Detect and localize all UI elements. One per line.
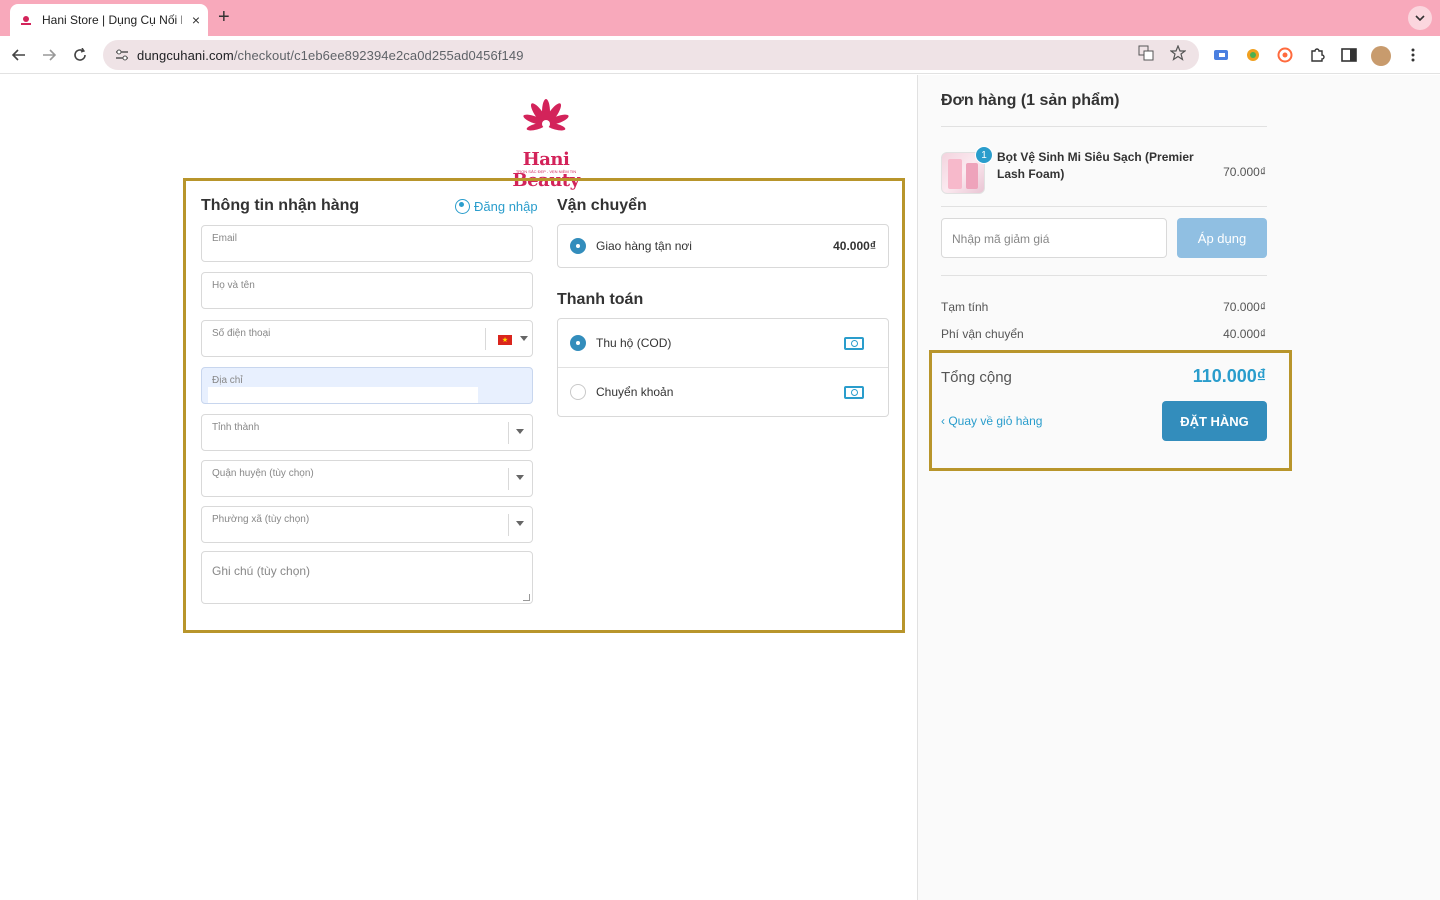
url-text: dungcuhani.com/checkout/c1eb6ee892394e2c… [137,48,524,63]
chevron-down-icon[interactable] [516,475,524,480]
province-select[interactable]: Tỉnh thành [201,414,533,451]
forward-arrow-icon[interactable] [37,43,61,67]
profile-avatar[interactable] [1370,44,1392,66]
vietnam-flag-icon[interactable]: ★ [498,335,512,345]
login-label: Đăng nhập [474,199,538,214]
checkout-main: Hani Beauty TRỌN SẮC ĐẸP - VẸN NIỀM TIN … [0,75,917,900]
extension-icon[interactable] [1274,44,1296,66]
browser-tab-bar: Hani Store | Dụng Cụ Nối Mi P × + [0,0,1440,36]
ward-select[interactable]: Phường xã (tùy chọn) [201,506,533,543]
district-label: Quận huyện (tùy chọn) [212,468,314,479]
order-title: Đơn hàng (1 sản phẩm) [941,92,1120,109]
province-label: Tỉnh thành [212,422,260,433]
apply-coupon-button[interactable]: Áp dụng [1177,218,1267,258]
order-summary-sidebar: Đơn hàng (1 sản phẩm) 1 Bọt Vệ Sinh Mi S… [917,75,1440,900]
tab-close-icon[interactable]: × [192,12,200,28]
chevron-down-icon[interactable] [516,429,524,434]
radio-unselected[interactable] [570,384,586,400]
fullname-field[interactable]: Họ và tên [201,272,533,309]
site-info-icon[interactable] [113,46,131,64]
new-tab-button[interactable]: + [218,6,230,29]
url-path: /checkout/c1eb6ee892394e2ca0d255ad0456f1… [233,47,524,63]
payment-option-transfer[interactable]: Chuyển khoản [558,368,888,416]
autofill-overlay [208,387,478,403]
address-bar[interactable]: dungcuhani.com/checkout/c1eb6ee892394e2c… [103,40,1199,70]
phone-label: Số điện thoại [212,328,271,339]
note-placeholder: Ghi chú (tùy chọn) [212,564,311,578]
payment-options: Thu hộ (COD) Chuyển khoản [557,318,889,417]
cash-icon [844,385,864,399]
address-field[interactable]: Địa chỉ [201,367,533,404]
address-label: Địa chỉ [212,375,243,386]
payment-title: Thanh toán [557,291,644,308]
radio-selected[interactable] [570,238,586,254]
cash-icon [844,336,864,350]
browser-tab[interactable]: Hani Store | Dụng Cụ Nối Mi P × [10,4,208,36]
delivery-option-price: 40.000₫ [833,239,876,253]
logo-tagline: TRỌN SẮC ĐẸP - VẸN NIỀM TIN [515,169,577,174]
user-circle-icon [455,199,470,214]
bookmark-star-icon[interactable] [1169,44,1187,64]
product-name: Bọt Vệ Sinh Mi Siêu Sạch (Premier Lash F… [997,150,1194,181]
shipping-fee-value: 40.000₫ [1223,327,1266,341]
note-textarea[interactable]: Ghi chú (tùy chọn) [201,551,533,604]
email-field[interactable]: Email [201,225,533,262]
login-link[interactable]: Đăng nhập [455,199,538,214]
delivery-option-label: Giao hàng tận nơi [596,239,692,253]
subtotal-label: Tạm tính [941,300,989,314]
shipping-info-title: Thông tin nhận hàng [201,197,360,214]
tab-search-icon[interactable] [1408,6,1432,30]
ward-label: Phường xã (tùy chọn) [212,514,310,525]
extensions-puzzle-icon[interactable] [1306,44,1328,66]
coupon-placeholder: Nhập mã giảm giá [952,232,1050,246]
chevron-down-icon[interactable] [516,521,524,526]
payment-option-label: Thu hộ (COD) [596,336,672,350]
tab-title: Hani Store | Dụng Cụ Nối Mi P [42,13,182,27]
subtotal-value: 70.000₫ [1223,300,1266,314]
extension-icon[interactable] [1210,44,1232,66]
highlight-frame [929,350,1292,471]
translate-icon[interactable] [1137,45,1155,64]
radio-selected[interactable] [570,335,586,351]
store-logo[interactable]: Hani Beauty TRỌN SẮC ĐẸP - VẸN NIỀM TIN [492,97,600,191]
delivery-title: Vận chuyển [557,197,647,214]
payment-option-label: Chuyển khoản [596,385,674,399]
phone-field[interactable]: Số điện thoại ★ [201,320,533,357]
chevron-down-icon[interactable] [520,336,528,341]
side-panel-icon[interactable] [1338,44,1360,66]
checkout-page: Hani Beauty TRỌN SẮC ĐẸP - VẸN NIỀM TIN … [0,75,1440,900]
payment-option-cod[interactable]: Thu hộ (COD) [558,319,888,367]
lotus-icon [523,99,569,131]
product-price: 70.000₫ [1223,165,1266,179]
browser-toolbar: dungcuhani.com/checkout/c1eb6ee892394e2c… [0,36,1440,74]
quantity-badge: 1 [975,146,993,164]
delivery-option-home[interactable]: Giao hàng tận nơi 40.000₫ [558,225,888,267]
coupon-input[interactable]: Nhập mã giảm giá [941,218,1167,258]
url-domain: dungcuhani.com [137,47,234,63]
more-menu-icon[interactable] [1402,44,1424,66]
delivery-options: Giao hàng tận nơi 40.000₫ [557,224,889,268]
district-select[interactable]: Quận huyện (tùy chọn) [201,460,533,497]
back-arrow-icon[interactable] [7,43,31,67]
resize-handle[interactable] [523,594,530,601]
favicon-icon [18,12,34,28]
shipping-fee-label: Phí vận chuyển [941,327,1024,341]
email-label: Email [212,233,238,244]
fullname-label: Họ và tên [212,280,255,291]
reload-icon[interactable] [68,43,92,67]
extension-icon[interactable] [1242,44,1264,66]
